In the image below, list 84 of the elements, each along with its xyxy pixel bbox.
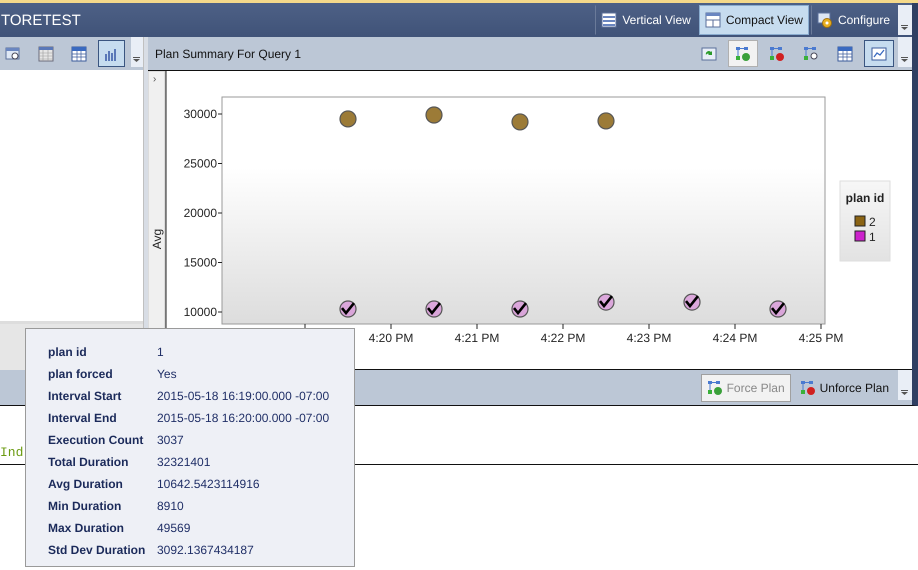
line-chart-icon bbox=[871, 46, 887, 62]
x-tick-mark bbox=[476, 324, 478, 330]
tooltip-label: plan forced bbox=[48, 367, 114, 381]
tooltip-value: Yes bbox=[157, 367, 177, 381]
legend-title: plan id bbox=[846, 191, 884, 205]
panes-icon bbox=[704, 12, 721, 28]
table-icon bbox=[837, 46, 853, 62]
view-button[interactable]: Vertical View bbox=[595, 5, 697, 35]
data-point[interactable] bbox=[597, 112, 615, 130]
plan-action-button[interactable]: Unforce Plan bbox=[794, 374, 895, 402]
grid-icon bbox=[38, 46, 54, 62]
dropdown-icon bbox=[901, 390, 909, 396]
toolbar-button[interactable] bbox=[864, 40, 894, 67]
tooltip-label: Min Duration bbox=[48, 499, 122, 513]
tooltip-label: Max Duration bbox=[48, 521, 126, 535]
data-point[interactable] bbox=[511, 113, 529, 131]
y-tick: 10000 bbox=[184, 305, 222, 319]
dropdown-icon bbox=[901, 25, 909, 31]
tooltip-label: Interval Start bbox=[48, 389, 122, 403]
window-title: TORETEST bbox=[0, 12, 81, 28]
refresh-icon bbox=[701, 46, 717, 62]
toolbar-button[interactable] bbox=[98, 40, 125, 67]
x-tick-mark bbox=[820, 324, 822, 330]
query-text: Ind bbox=[0, 445, 24, 460]
overflow-button[interactable] bbox=[898, 370, 912, 400]
x-tick-label: 4:22 PM bbox=[540, 331, 586, 345]
plan-magnifier-icon bbox=[803, 46, 819, 62]
expand-arrow[interactable]: › bbox=[153, 74, 156, 85]
tooltip-value: 3092.1367434187 bbox=[157, 543, 254, 557]
data-point[interactable] bbox=[425, 106, 443, 124]
x-tick-label: 4:25 PM bbox=[798, 331, 844, 345]
gear-icon bbox=[816, 12, 833, 28]
checked-point[interactable] bbox=[769, 300, 787, 318]
x-tick-mark bbox=[734, 324, 736, 330]
overflow-button[interactable] bbox=[130, 37, 143, 67]
table-icon bbox=[70, 46, 87, 62]
tooltip-label: Interval End bbox=[48, 411, 118, 425]
rows-icon bbox=[601, 12, 618, 28]
y-tick: 30000 bbox=[184, 107, 222, 121]
plan-stop-icon bbox=[800, 380, 816, 396]
tooltip-value: 8910 bbox=[157, 499, 184, 513]
tooltip-label: Total Duration bbox=[48, 455, 130, 469]
tooltip-value: 1 bbox=[157, 345, 164, 359]
plan-check-icon bbox=[706, 380, 723, 396]
panel-title: Plan Summary For Query 1 bbox=[154, 46, 302, 60]
x-tick-label: 4:21 PM bbox=[454, 331, 500, 345]
x-tick-mark bbox=[562, 324, 564, 330]
view-button[interactable]: Compact View bbox=[698, 5, 809, 35]
x-tick-label: 4:20 PM bbox=[368, 331, 414, 345]
plan-check-icon bbox=[735, 46, 751, 62]
y-tick: 15000 bbox=[184, 256, 222, 270]
tooltip-value: 3037 bbox=[157, 433, 184, 447]
tooltip-value: 49569 bbox=[157, 521, 190, 535]
axis-label: Avg bbox=[150, 228, 164, 250]
y-tick: 20000 bbox=[184, 206, 222, 220]
x-tick-mark bbox=[648, 324, 650, 330]
tooltip-value: 10642.5423114916 bbox=[157, 477, 260, 491]
checked-point[interactable] bbox=[683, 294, 701, 311]
tooltip-label: plan id bbox=[48, 345, 88, 359]
tooltip-value: 2015-05-18 16:20:00.000 -07:00 bbox=[157, 411, 330, 425]
plan-stop-icon bbox=[769, 46, 785, 62]
dropdown-icon bbox=[132, 57, 141, 63]
legend-label: 1 bbox=[869, 230, 876, 244]
y-tick: 25000 bbox=[184, 156, 222, 170]
checked-point[interactable] bbox=[339, 300, 357, 318]
tooltip-value: 2015-05-18 16:19:00.000 -07:00 bbox=[157, 389, 330, 403]
tooltip-label: Avg Duration bbox=[48, 477, 124, 491]
x-tick-label: 4:23 PM bbox=[626, 331, 672, 345]
view-button[interactable]: Configure bbox=[810, 5, 896, 35]
overflow-button[interactable] bbox=[898, 37, 912, 67]
dropdown-icon bbox=[901, 57, 909, 63]
x-tick-mark bbox=[390, 324, 392, 330]
window-magnifier-icon bbox=[5, 46, 22, 62]
tooltip-value: 32321401 bbox=[157, 455, 210, 469]
overflow-button[interactable] bbox=[898, 5, 912, 35]
toolbar-button[interactable] bbox=[728, 40, 758, 67]
legend-label: 2 bbox=[869, 215, 876, 229]
checked-point[interactable] bbox=[425, 300, 443, 318]
checked-point[interactable] bbox=[511, 300, 529, 318]
checked-point[interactable] bbox=[597, 294, 615, 311]
x-tick-label: 4:24 PM bbox=[712, 331, 758, 345]
data-point[interactable] bbox=[339, 110, 357, 128]
tooltip-label: Std Dev Duration bbox=[48, 543, 146, 557]
tooltip-label: Execution Count bbox=[48, 433, 144, 447]
